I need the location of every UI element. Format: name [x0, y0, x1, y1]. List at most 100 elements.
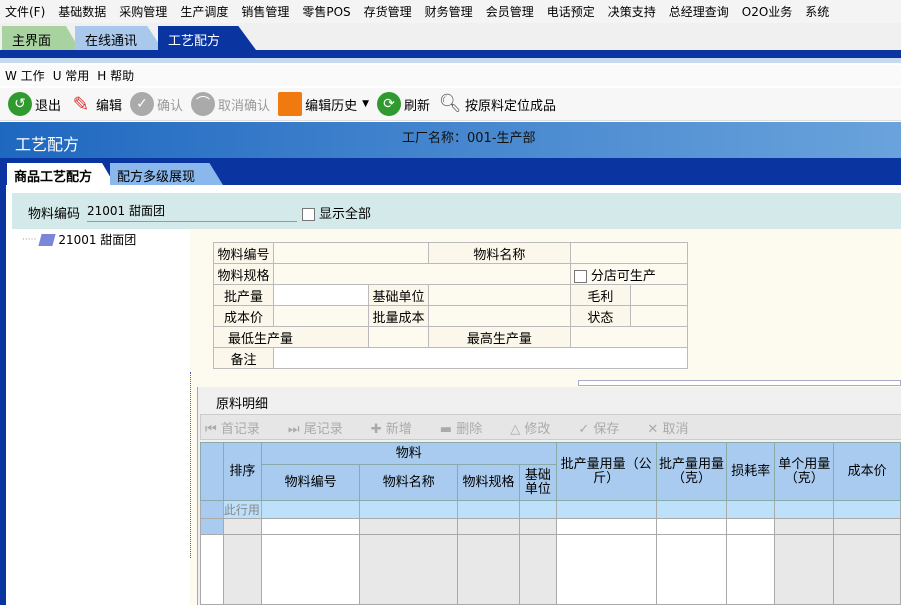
confirm-button[interactable]: ✓ 确认	[130, 92, 183, 116]
menu-member[interactable]: 会员管理	[486, 3, 534, 20]
col-material-name[interactable]: 物料名称	[359, 464, 459, 501]
branch-checkbox[interactable]: 分店可生产	[569, 263, 689, 285]
cell[interactable]	[774, 500, 835, 519]
tab-home[interactable]: 主界面	[2, 26, 80, 50]
tree-node[interactable]: ····· 21001 甜面团	[22, 231, 136, 248]
dropdown-arrow-icon[interactable]: ▼	[362, 99, 369, 109]
secondary-menu: W 工作 U 常用 H 帮助	[0, 65, 901, 86]
col-batch-g[interactable]: 批产量用量（克）	[655, 442, 728, 501]
filter-row[interactable]: 此行用	[200, 500, 901, 519]
menu-help[interactable]: H 帮助	[97, 67, 134, 84]
menu-sales[interactable]: 销售管理	[241, 3, 289, 20]
refresh-icon: ⟳	[377, 92, 401, 116]
menu-common[interactable]: U 常用	[53, 67, 90, 84]
unit-field[interactable]	[428, 284, 571, 306]
row-indicator	[200, 500, 224, 519]
batch-field[interactable]	[273, 284, 369, 306]
show-all-checkbox[interactable]: 显示全部	[302, 203, 371, 222]
menu-basic-data[interactable]: 基础数据	[58, 3, 106, 20]
vertical-splitter[interactable]	[190, 372, 194, 558]
cancel-button[interactable]: ✕ 取消	[647, 418, 702, 437]
edit-button[interactable]: ✎ 编辑	[69, 92, 122, 116]
batch-cost-field[interactable]	[428, 305, 571, 327]
profit-field[interactable]	[629, 284, 689, 306]
cell[interactable]	[655, 500, 728, 519]
add-label: 新增	[385, 421, 412, 437]
delete-button[interactable]: ▬ 删除	[440, 418, 496, 437]
material-code-input[interactable]: 21001 甜面团	[87, 198, 297, 222]
cell[interactable]	[260, 500, 361, 519]
pencil-icon: ✎	[72, 92, 90, 116]
exit-button[interactable]: ↺ 退出	[8, 92, 61, 116]
menu-phone-booking[interactable]: 电话预定	[547, 3, 595, 20]
refresh-label: 刷新	[404, 98, 431, 114]
remark-field[interactable]	[273, 347, 688, 369]
menu-system[interactable]: 系统	[805, 3, 829, 20]
menu-purchase[interactable]: 采购管理	[119, 3, 167, 20]
col-material-code[interactable]: 物料编号	[260, 464, 361, 501]
tab-online-chat[interactable]: 在线通讯	[75, 26, 163, 50]
cancel-confirm-button[interactable]: ⌒ 取消确认	[191, 92, 270, 116]
max-field[interactable]	[569, 326, 689, 348]
confirm-label: 确认	[157, 98, 184, 114]
menu-bar: 文件(F) 基础数据 采购管理 生产调度 销售管理 零售POS 存货管理 财务管…	[0, 0, 901, 23]
cell[interactable]	[222, 518, 262, 535]
col-batch-kg[interactable]: 批产量用量（公斤）	[555, 442, 657, 501]
cell[interactable]	[359, 500, 459, 519]
toolbar: ↺ 退出 ✎ 编辑 ✓ 确认 ⌒ 取消确认 编辑历史 ▼ ⟳ 刷新 🔍︎ 按原料定位成品	[0, 88, 901, 121]
menu-work[interactable]: W 工作	[5, 67, 45, 84]
menu-o2o[interactable]: O2O业务	[742, 3, 793, 20]
menu-decision[interactable]: 决策支持	[608, 3, 656, 20]
tab-product-recipe[interactable]: 商品工艺配方	[7, 163, 115, 185]
col-cost[interactable]: 成本价	[833, 442, 901, 501]
first-record-button[interactable]: ⏮ 首记录	[205, 418, 274, 437]
modify-button[interactable]: △ 修改	[510, 418, 564, 437]
cell[interactable]	[260, 518, 361, 535]
col-sort[interactable]: 排序	[222, 442, 262, 501]
menu-gm-query[interactable]: 总经理查询	[669, 3, 729, 20]
exit-label: 退出	[35, 98, 62, 114]
cost-field[interactable]	[273, 305, 369, 327]
col-material-spec[interactable]: 物料规格	[457, 464, 520, 501]
refresh-button[interactable]: ⟳ 刷新	[377, 92, 430, 116]
cell[interactable]	[457, 500, 520, 519]
splitter-handle[interactable]	[578, 380, 901, 386]
edit-history-button[interactable]: 编辑历史 ▼	[278, 92, 369, 116]
cell[interactable]	[457, 518, 520, 535]
code-field[interactable]	[273, 242, 429, 264]
cancel-label: 取消	[662, 421, 689, 437]
col-loss-rate[interactable]: 损耗率	[726, 442, 776, 501]
menu-finance[interactable]: 财务管理	[425, 3, 473, 20]
name-field[interactable]	[569, 242, 689, 264]
save-button[interactable]: ✓ 保存	[578, 418, 633, 437]
menu-production[interactable]: 生产调度	[180, 3, 228, 20]
table-row[interactable]	[200, 518, 901, 535]
tab-multilevel-recipe[interactable]: 配方多级展现	[110, 163, 223, 185]
cell[interactable]	[359, 518, 459, 535]
cell[interactable]	[655, 518, 728, 535]
cell[interactable]	[833, 500, 901, 519]
cell[interactable]	[555, 518, 657, 535]
tab-recipe[interactable]: 工艺配方	[158, 26, 256, 50]
add-button[interactable]: ✚ 新增	[371, 418, 426, 437]
cell[interactable]	[833, 518, 901, 535]
status-field[interactable]	[629, 305, 689, 327]
last-record-button[interactable]: ⏭ 尾记录	[288, 418, 357, 437]
cell[interactable]	[726, 500, 776, 519]
col-single-usage[interactable]: 单个用量（克）	[774, 442, 835, 501]
col-base-unit[interactable]: 基础单位	[518, 464, 557, 501]
cell[interactable]	[774, 518, 835, 535]
cell[interactable]	[518, 518, 557, 535]
menu-file[interactable]: 文件(F)	[5, 3, 45, 20]
menu-pos[interactable]: 零售POS	[302, 3, 350, 20]
exit-icon: ↺	[8, 92, 32, 116]
show-all-label: 显示全部	[319, 207, 372, 222]
min-field[interactable]	[368, 326, 429, 348]
spec-field[interactable]	[273, 263, 571, 285]
cell[interactable]	[726, 518, 776, 535]
locate-button[interactable]: 🔍︎ 按原料定位成品	[438, 92, 556, 116]
book-icon	[278, 92, 303, 116]
menu-inventory[interactable]: 存货管理	[364, 3, 412, 20]
cell[interactable]	[518, 500, 557, 519]
cell[interactable]	[555, 500, 657, 519]
